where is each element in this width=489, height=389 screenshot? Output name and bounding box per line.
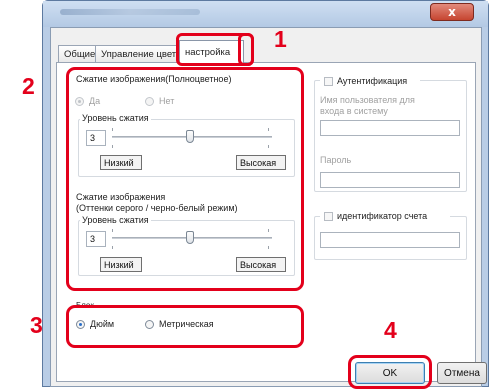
username-label-line2: входа в систему bbox=[320, 106, 388, 116]
highlight-units bbox=[66, 305, 304, 348]
password-input[interactable] bbox=[320, 172, 460, 188]
callout-2: 2 bbox=[22, 73, 35, 99]
account-input[interactable] bbox=[320, 232, 460, 248]
callout-1: 1 bbox=[274, 26, 287, 52]
auth-checkbox-label: Аутентификация bbox=[337, 76, 408, 86]
account-checkbox-label: идентификатор счета bbox=[337, 211, 428, 221]
username-label-line1: Имя пользователя для bbox=[320, 95, 415, 105]
auth-checkbox[interactable] bbox=[324, 77, 333, 86]
account-checkbox[interactable] bbox=[324, 212, 333, 221]
tab-color-management[interactable]: Управление цветом bbox=[95, 45, 180, 63]
close-icon: x bbox=[448, 5, 456, 19]
window-title-blurred bbox=[60, 9, 200, 15]
highlight-tab-settings-box bbox=[176, 33, 254, 66]
close-button[interactable]: x bbox=[430, 3, 474, 21]
password-label: Пароль bbox=[320, 155, 352, 165]
tab-general[interactable]: Общие bbox=[58, 45, 96, 63]
highlight-compression bbox=[66, 67, 304, 291]
username-input[interactable] bbox=[320, 120, 460, 136]
cancel-button[interactable]: Отмена bbox=[437, 362, 487, 384]
callout-4: 4 bbox=[384, 317, 397, 343]
highlight-ok bbox=[348, 355, 432, 389]
callout-3: 3 bbox=[30, 312, 43, 338]
